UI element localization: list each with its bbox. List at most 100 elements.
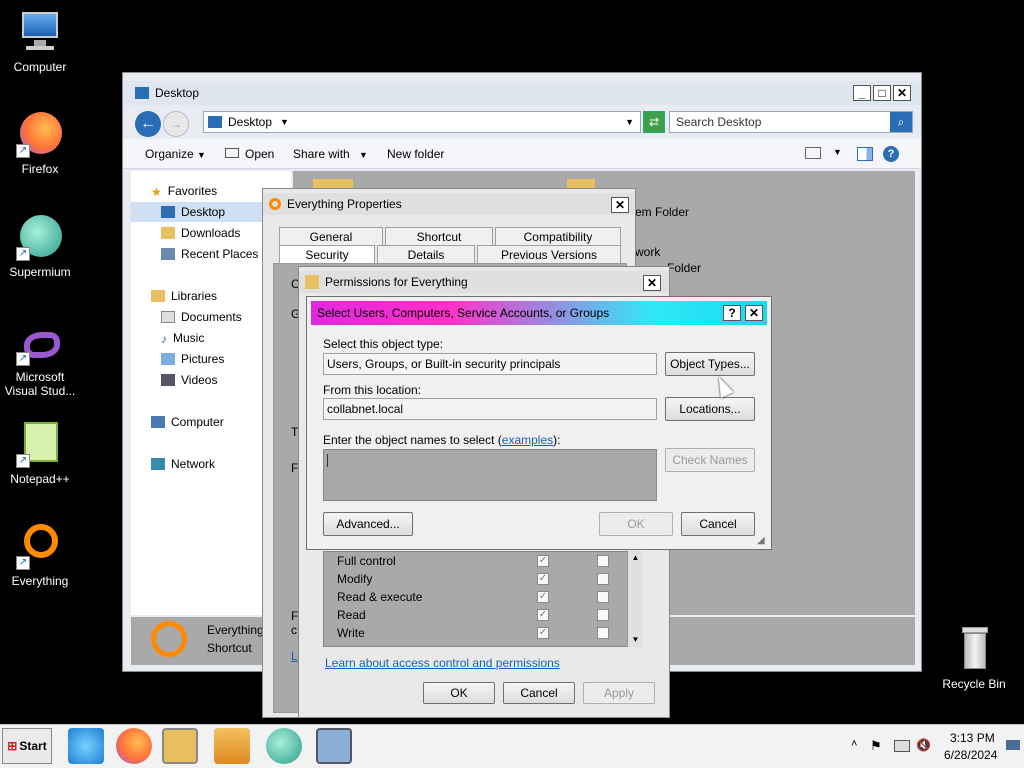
tab-shortcut[interactable]: Shortcut — [385, 227, 493, 245]
properties-titlebar[interactable]: Everything Properties — [263, 193, 635, 215]
tab-previous-versions[interactable]: Previous Versions — [477, 245, 621, 263]
help-icon[interactable]: ? — [883, 146, 899, 162]
clock-date[interactable]: 6/28/2024 — [944, 748, 997, 762]
nav-item-music[interactable]: ♪ Music — [161, 328, 204, 348]
shortcut-arrow-icon: ↗ — [16, 556, 30, 570]
organize-button[interactable]: Organize ▼ — [145, 147, 206, 161]
allow-checkbox[interactable]: ✓ — [537, 555, 549, 567]
tab-general[interactable]: General — [279, 227, 383, 245]
action-center-flag-icon[interactable]: ⚑ — [870, 738, 882, 754]
deny-checkbox[interactable] — [597, 609, 609, 621]
refresh-button[interactable]: ⇄ — [643, 111, 665, 133]
allow-checkbox[interactable]: ✓ — [537, 609, 549, 621]
firefox-icon[interactable] — [116, 728, 152, 764]
start-button[interactable]: ⊞ Start — [2, 728, 52, 764]
ok-button[interactable]: OK — [599, 512, 673, 536]
location-field: collabnet.local — [323, 398, 657, 420]
internet-explorer-icon[interactable] — [68, 728, 104, 764]
desktop-icon-firefox[interactable]: ↗ Firefox — [0, 110, 80, 176]
permissions-titlebar[interactable]: Permissions for Everything — [299, 271, 669, 293]
ok-button[interactable]: OK — [423, 682, 495, 704]
learn-more-link[interactable]: Learn about access control and permissio… — [325, 656, 560, 670]
shortcut-arrow-icon: ↗ — [16, 352, 30, 366]
minimize-button[interactable]: _ — [853, 85, 871, 101]
explorer-titlebar[interactable]: Desktop — [123, 81, 921, 105]
desktop-icon-label: Supermium — [9, 265, 71, 279]
chevron-down-icon[interactable]: ▼ — [833, 147, 842, 157]
apply-button[interactable]: Apply — [583, 682, 655, 704]
view-options-icon[interactable] — [805, 147, 821, 159]
tray-expand-icon[interactable]: ˄ — [851, 738, 857, 750]
network-tray-icon[interactable] — [894, 740, 910, 752]
nav-item-pictures[interactable]: Pictures — [161, 349, 224, 369]
desktop-icon-recycle-bin[interactable]: Recycle Bin — [934, 625, 1014, 691]
volume-muted-icon[interactable]: 🔇 — [916, 738, 931, 752]
media-player-icon[interactable] — [214, 728, 250, 764]
nav-favorites[interactable]: ★ Favorites — [151, 181, 217, 201]
share-with-button[interactable]: Share with ▼ — [293, 147, 368, 161]
desktop-icon-visual-studio[interactable]: ↗ Microsoft Visual Stud... — [0, 330, 80, 398]
forward-button[interactable]: → — [163, 111, 189, 137]
allow-checkbox[interactable]: ✓ — [537, 573, 549, 585]
network-settings-icon[interactable] — [316, 728, 352, 764]
tab-security[interactable]: Security — [279, 245, 375, 263]
select-users-titlebar[interactable]: Select Users, Computers, Service Account… — [311, 301, 767, 325]
open-button[interactable]: Open — [225, 147, 274, 161]
allow-checkbox[interactable]: ✓ — [537, 627, 549, 639]
nav-item-downloads[interactable]: Downloads — [161, 223, 240, 243]
close-button[interactable]: ✕ — [745, 305, 763, 321]
cancel-button[interactable]: Cancel — [681, 512, 755, 536]
nav-network[interactable]: Network — [151, 454, 215, 474]
back-button[interactable]: ← — [135, 111, 161, 137]
nav-item-recent-places[interactable]: Recent Places — [161, 244, 258, 264]
search-box[interactable]: Search Desktop ⌕ — [669, 111, 913, 133]
desktop-icon-supermium[interactable]: ↗ Supermium — [0, 213, 80, 279]
check-names-button[interactable]: Check Names — [665, 448, 755, 472]
search-icon[interactable]: ⌕ — [890, 112, 912, 132]
supermium-icon[interactable] — [266, 728, 302, 764]
object-names-input[interactable] — [323, 449, 657, 501]
close-button[interactable]: ✕ — [611, 197, 629, 213]
close-button[interactable]: ✕ — [643, 275, 661, 291]
network-icon — [151, 458, 165, 470]
close-button[interactable]: ✕ — [893, 85, 911, 101]
nav-libraries[interactable]: Libraries — [151, 286, 217, 306]
scrollbar[interactable]: ▲ ▼ — [627, 551, 643, 647]
desktop-icon-label: Recycle Bin — [942, 677, 1006, 691]
preview-pane-icon[interactable] — [857, 147, 873, 161]
music-icon: ♪ — [161, 332, 167, 346]
deny-checkbox[interactable] — [597, 573, 609, 585]
address-dropdown-icon[interactable]: ▼ — [625, 117, 634, 127]
deny-checkbox[interactable] — [597, 555, 609, 567]
scroll-down-icon[interactable]: ▼ — [628, 633, 643, 647]
new-folder-button[interactable]: New folder — [387, 147, 444, 161]
file-explorer-icon[interactable] — [162, 728, 198, 764]
nav-item-documents[interactable]: Documents — [161, 307, 242, 327]
maximize-button[interactable]: □ — [873, 85, 891, 101]
tab-compatibility[interactable]: Compatibility — [495, 227, 621, 245]
deny-checkbox[interactable] — [597, 627, 609, 639]
open-icon — [225, 148, 239, 158]
desktop-icon-everything[interactable]: ↗ Everything — [0, 522, 80, 588]
locations-button[interactable]: Locations... — [665, 397, 755, 421]
nav-computer[interactable]: Computer — [151, 412, 224, 432]
fragment-link[interactable]: L — [291, 649, 298, 663]
desktop-icon-notepadpp[interactable]: ↗ Notepad++ — [0, 420, 80, 486]
chevron-down-icon[interactable]: ▼ — [280, 117, 289, 127]
address-bar[interactable]: Desktop ▼ ▼ — [203, 111, 641, 133]
deny-checkbox[interactable] — [597, 591, 609, 603]
show-desktop-button[interactable] — [1006, 740, 1020, 750]
clock-time[interactable]: 3:13 PM — [950, 731, 995, 745]
object-types-button[interactable]: Object Types... — [665, 352, 755, 376]
examples-link[interactable]: examples — [502, 433, 553, 447]
nav-item-videos[interactable]: Videos — [161, 370, 217, 390]
cancel-button[interactable]: Cancel — [503, 682, 575, 704]
resize-grip-icon[interactable]: ◢ — [757, 535, 765, 546]
scroll-up-icon[interactable]: ▲ — [628, 551, 643, 565]
desktop-icon-computer[interactable]: Computer — [0, 8, 80, 74]
help-button[interactable]: ? — [723, 305, 741, 321]
allow-checkbox[interactable]: ✓ — [537, 591, 549, 603]
tab-details[interactable]: Details — [377, 245, 475, 263]
advanced-button[interactable]: Advanced... — [323, 512, 413, 536]
desktop-icon-label: Firefox — [21, 162, 59, 176]
